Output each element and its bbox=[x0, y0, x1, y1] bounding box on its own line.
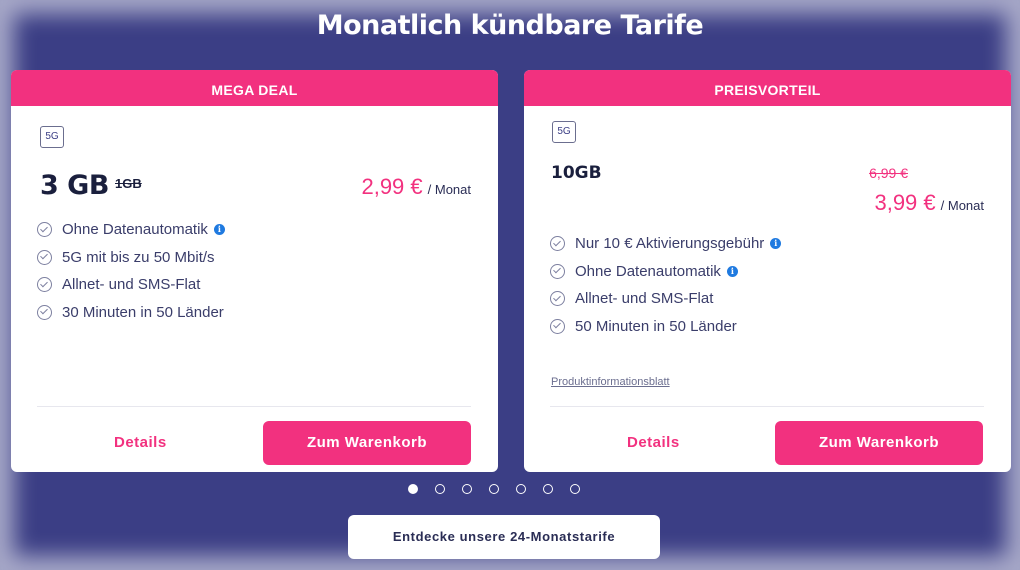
feature-item: 5G mit bis zu 50 Mbit/s bbox=[37, 244, 225, 272]
check-circle-icon bbox=[37, 277, 52, 293]
info-icon[interactable]: i bbox=[770, 238, 782, 250]
feature-item: Ohne Datenautomatik i bbox=[550, 258, 781, 286]
feature-list: Ohne Datenautomatik i 5G mit bis zu 50 M… bbox=[37, 216, 225, 326]
feature-label: 50 Minuten in 50 Länder bbox=[575, 317, 737, 335]
discover-24-month-plans-button[interactable]: Entdecke unsere 24-Monatstarife bbox=[348, 515, 660, 559]
info-icon[interactable]: i bbox=[213, 224, 225, 236]
page-title: Monatlich kündbare Tarife bbox=[316, 10, 704, 41]
offer-card-mega-deal: MEGA DEAL 5G 3 GB 1GB 2,99 € / Monat Ohne… bbox=[11, 70, 498, 472]
details-link[interactable]: Details bbox=[114, 434, 167, 451]
carousel-dot[interactable] bbox=[435, 484, 445, 494]
feature-label: Ohne Datenautomatik bbox=[575, 262, 721, 280]
price-period: / Monat bbox=[427, 182, 471, 197]
feature-label: 30 Minuten in 50 Länder bbox=[62, 303, 224, 321]
feature-label: Allnet- und SMS-Flat bbox=[62, 276, 201, 294]
info-icon[interactable]: i bbox=[726, 265, 738, 277]
feature-label: Ohne Datenautomatik bbox=[62, 221, 208, 239]
carousel-dot[interactable] bbox=[570, 484, 580, 494]
divider bbox=[37, 406, 471, 407]
feature-list: Nur 10 € Aktivierungsgebühr i Ohne Daten… bbox=[550, 230, 782, 341]
price: 2,99 € bbox=[361, 174, 423, 199]
data-volume: 10GB bbox=[551, 163, 602, 183]
carousel-dot[interactable] bbox=[489, 484, 499, 494]
check-circle-icon bbox=[550, 263, 565, 279]
data-volume: 3 GB bbox=[40, 170, 109, 201]
feature-item: 50 Minuten in 50 Länder bbox=[550, 313, 781, 341]
check-circle-icon bbox=[550, 236, 565, 252]
feature-item: Allnet- und SMS-Flat bbox=[550, 285, 781, 313]
offer-card-preisvorteil: PREISVORTEIL 5G 10GB 6,99 € 3,99 € / Mona… bbox=[524, 70, 1011, 472]
price: 3,99 € bbox=[874, 190, 936, 215]
network-badge: 5G bbox=[40, 126, 64, 148]
details-link[interactable]: Details bbox=[627, 434, 680, 451]
check-circle-icon bbox=[550, 291, 565, 307]
carousel-pagination bbox=[408, 484, 597, 494]
add-to-cart-button[interactable]: Zum Warenkorb bbox=[263, 421, 471, 465]
feature-item: Allnet- und SMS-Flat bbox=[37, 271, 225, 299]
feature-label: 5G mit bis zu 50 Mbit/s bbox=[62, 248, 215, 266]
price-block: 2,99 € / Monat bbox=[361, 174, 471, 200]
feature-item: Ohne Datenautomatik i bbox=[37, 216, 225, 244]
offer-ribbon: MEGA DEAL bbox=[11, 70, 498, 106]
carousel-dot[interactable] bbox=[462, 484, 472, 494]
network-badge: 5G bbox=[552, 121, 576, 143]
old-data-volume: 1GB bbox=[115, 176, 142, 191]
check-circle-icon bbox=[37, 222, 52, 238]
offer-ribbon: PREISVORTEIL bbox=[524, 70, 1011, 106]
check-circle-icon bbox=[550, 318, 565, 334]
carousel-dot[interactable] bbox=[543, 484, 553, 494]
check-circle-icon bbox=[37, 249, 52, 265]
add-to-cart-button[interactable]: Zum Warenkorb bbox=[775, 421, 983, 465]
price-period: / Monat bbox=[940, 198, 984, 213]
price-block: 3,99 € / Monat bbox=[874, 190, 984, 216]
feature-label: Nur 10 € Aktivierungsgebühr bbox=[575, 235, 765, 253]
feature-label: Allnet- und SMS-Flat bbox=[575, 290, 714, 308]
old-price: 6,99 € bbox=[869, 165, 908, 181]
divider bbox=[550, 406, 984, 407]
carousel-dot[interactable] bbox=[408, 484, 418, 494]
feature-item: 30 Minuten in 50 Länder bbox=[37, 299, 225, 327]
product-info-link[interactable]: Produktinformationsblatt bbox=[551, 376, 670, 388]
check-circle-icon bbox=[37, 304, 52, 320]
carousel-dot[interactable] bbox=[516, 484, 526, 494]
feature-item: Nur 10 € Aktivierungsgebühr i bbox=[550, 230, 782, 258]
